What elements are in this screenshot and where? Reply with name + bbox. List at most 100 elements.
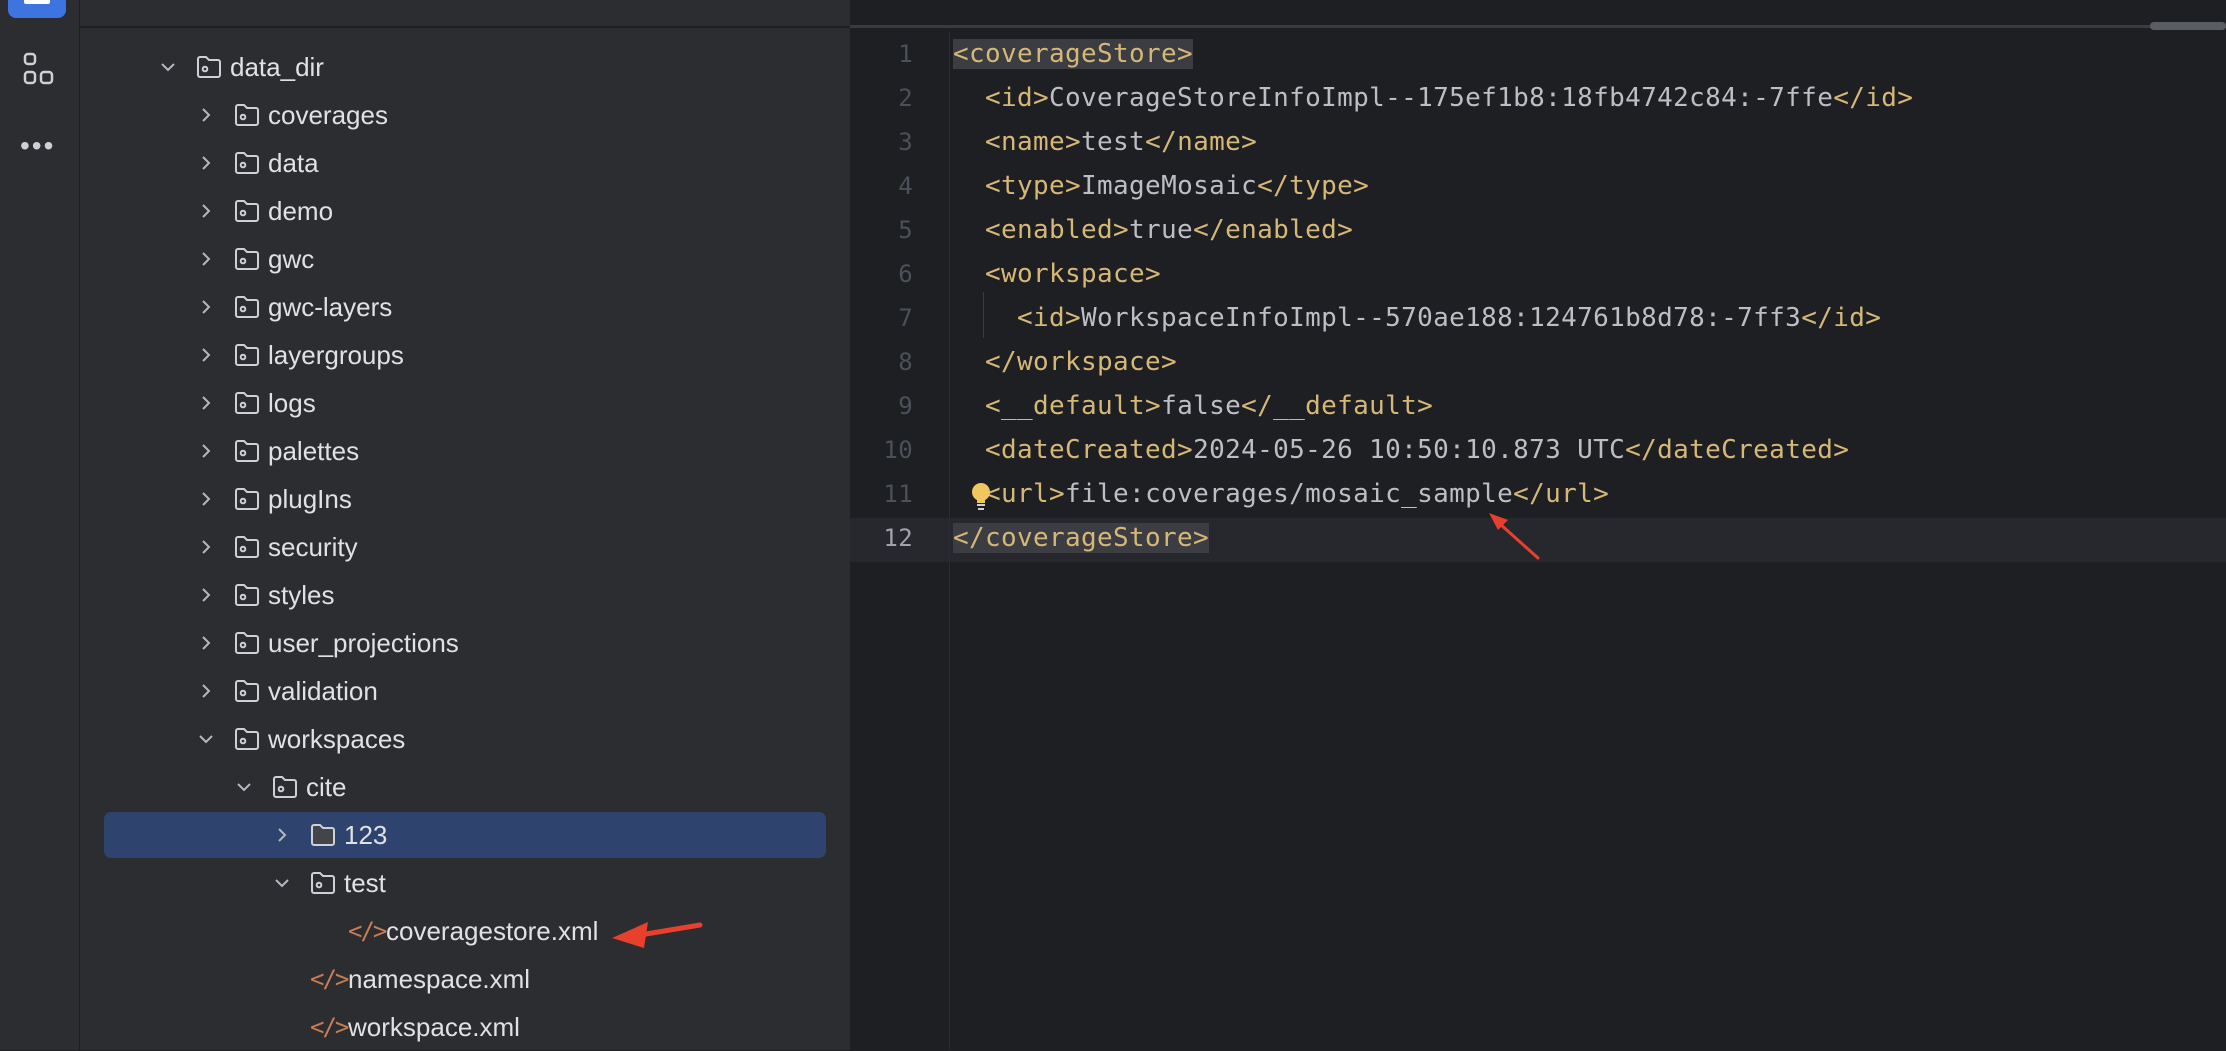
chevron-right-icon[interactable]: [196, 441, 216, 461]
chevron-right-icon[interactable]: [196, 201, 216, 221]
chevron-down-icon[interactable]: [196, 729, 216, 749]
tree-item-gwc-layers[interactable]: gwc-layers: [80, 283, 850, 331]
tree-item-logs[interactable]: logs: [80, 379, 850, 427]
chevron-right-icon[interactable]: [196, 537, 216, 557]
lightbulb-icon[interactable]: [970, 482, 992, 512]
line-number: 10: [883, 436, 913, 464]
tree-item-label: security: [268, 531, 358, 562]
code-line[interactable]: 7 <id>WorkspaceInfoImpl--570ae188:124761…: [850, 296, 2226, 340]
folder-icon: [234, 247, 260, 271]
tree-item-coverages[interactable]: coverages: [80, 91, 850, 139]
chevron-right-icon[interactable]: [272, 825, 292, 845]
tree-item-label: data_dir: [230, 51, 324, 82]
chevron-down-icon[interactable]: [234, 777, 254, 797]
code-text: <enabled>true</enabled>: [953, 215, 1353, 245]
code-line[interactable]: 8 </workspace>: [850, 340, 2226, 384]
code-text: <id>WorkspaceInfoImpl--570ae188:124761b8…: [953, 303, 1881, 333]
folder-icon: [234, 727, 260, 751]
code-line[interactable]: 10 <dateCreated>2024-05-26 10:50:10.873 …: [850, 428, 2226, 472]
code-line[interactable]: 4 <type>ImageMosaic</type>: [850, 164, 2226, 208]
code-line[interactable]: 11 <url>file:coverages/mosaic_sample</ur…: [850, 472, 2226, 516]
xml-tag: </enabled>: [1193, 215, 1354, 245]
chevron-down-icon[interactable]: [272, 873, 292, 893]
chevron-right-icon[interactable]: [196, 345, 216, 365]
xml-value: 2024-05-26 10:50:10.873 UTC: [1193, 435, 1626, 465]
xml-tag: </dateCreated>: [1625, 435, 1850, 465]
xml-value: test: [1081, 127, 1146, 157]
xml-value: file:coverages/mosaic_sample: [1065, 479, 1514, 509]
tree-item-palettes[interactable]: palettes: [80, 427, 850, 475]
tree-item-coveragestore-xml[interactable]: </> coveragestore.xml: [80, 907, 850, 955]
code-line[interactable]: 2 <id>CoverageStoreInfoImpl--175ef1b8:18…: [850, 76, 2226, 120]
code-line[interactable]: 1 <coverageStore>: [850, 32, 2226, 76]
editor-tab-bar: [850, 0, 2226, 28]
xml-tag: </__default>: [1241, 391, 1434, 421]
chevron-right-icon[interactable]: [196, 105, 216, 125]
chevron-right-icon[interactable]: [196, 153, 216, 173]
tree-item-workspace-xml[interactable]: </> workspace.xml: [80, 1003, 850, 1051]
xml-tag: </id>: [1801, 303, 1882, 333]
line-number: 2: [898, 84, 913, 112]
code-text: <coverageStore>: [953, 39, 1194, 69]
chevron-down-icon[interactable]: [158, 57, 178, 77]
folder-icon: [234, 439, 260, 463]
tab-bar-scrollbar[interactable]: [2150, 22, 2226, 30]
xml-tag: <name>: [985, 127, 1082, 157]
code-line[interactable]: 9 <__default>false</__default>: [850, 384, 2226, 428]
folder-icon: [234, 343, 260, 367]
tree-item-data[interactable]: data: [80, 139, 850, 187]
code-line[interactable]: 12 </coverageStore>: [850, 516, 2226, 560]
folder-icon: [196, 55, 222, 79]
chevron-right-icon[interactable]: [196, 681, 216, 701]
xml-tag: <__default>: [985, 391, 1162, 421]
tree-item-security[interactable]: security: [80, 523, 850, 571]
code-line[interactable]: 5 <enabled>true</enabled>: [850, 208, 2226, 252]
chevron-right-icon[interactable]: [196, 633, 216, 653]
tree-item-label: workspace.xml: [348, 1011, 520, 1042]
tree-item-data-dir[interactable]: data_dir: [80, 43, 850, 91]
line-number: 9: [898, 392, 913, 420]
tree-item-namespace-xml[interactable]: </> namespace.xml: [80, 955, 850, 1003]
tree-item-gwc[interactable]: gwc: [80, 235, 850, 283]
chevron-right-icon[interactable]: [196, 489, 216, 509]
tree-item-styles[interactable]: styles: [80, 571, 850, 619]
code-text: <id>CoverageStoreInfoImpl--175ef1b8:18fb…: [953, 83, 1913, 113]
tree-item-label: gwc: [268, 243, 315, 274]
tree-item-cite[interactable]: cite: [80, 763, 850, 811]
xml-tag: </type>: [1257, 171, 1370, 201]
tree-item-label: coverages: [268, 99, 388, 130]
structure-icon[interactable]: [22, 52, 56, 86]
tree-item-label: workspaces: [268, 723, 406, 754]
chevron-right-icon[interactable]: [196, 393, 216, 413]
folder-icon: [234, 151, 260, 175]
tree-item-123[interactable]: 123: [80, 811, 850, 859]
xml-tag: <enabled>: [985, 215, 1130, 245]
xml-tag: </workspace>: [985, 347, 1178, 377]
tree-item-layergroups[interactable]: layergroups: [80, 331, 850, 379]
tree-item-label: palettes: [268, 435, 360, 466]
code-editor[interactable]: 1 <coverageStore> 2 <id>CoverageStoreInfoI…: [850, 0, 2226, 1050]
chevron-right-icon[interactable]: [196, 297, 216, 317]
code-text: <url>file:coverages/mosaic_sample</url>: [953, 479, 1609, 509]
line-number: 8: [898, 348, 913, 376]
chevron-right-icon[interactable]: [196, 249, 216, 269]
code-text: <name>test</name>: [953, 127, 1257, 157]
more-icon[interactable]: •••: [20, 132, 55, 160]
chevron-right-icon[interactable]: [196, 585, 216, 605]
tree-item-label: data: [268, 147, 319, 178]
sidebar-header: [80, 0, 850, 28]
code-line[interactable]: 6 <workspace>: [850, 252, 2226, 296]
tree-item-workspaces[interactable]: workspaces: [80, 715, 850, 763]
xml-tag: <type>: [985, 171, 1082, 201]
code-line[interactable]: 3 <name>test</name>: [850, 120, 2226, 164]
tree-item-user-projections[interactable]: user_projections: [80, 619, 850, 667]
tree-item-validation[interactable]: validation: [80, 667, 850, 715]
activity-bar: •••: [0, 0, 80, 1050]
xml-value: CoverageStoreInfoImpl--175ef1b8:18fb4742…: [1049, 83, 1834, 113]
tree-item-test[interactable]: test: [80, 859, 850, 907]
xml-tag: <workspace>: [985, 259, 1162, 289]
project-icon[interactable]: [8, 0, 66, 18]
xml-tag: </name>: [1145, 127, 1258, 157]
tree-item-demo[interactable]: demo: [80, 187, 850, 235]
tree-item-plugins[interactable]: plugIns: [80, 475, 850, 523]
